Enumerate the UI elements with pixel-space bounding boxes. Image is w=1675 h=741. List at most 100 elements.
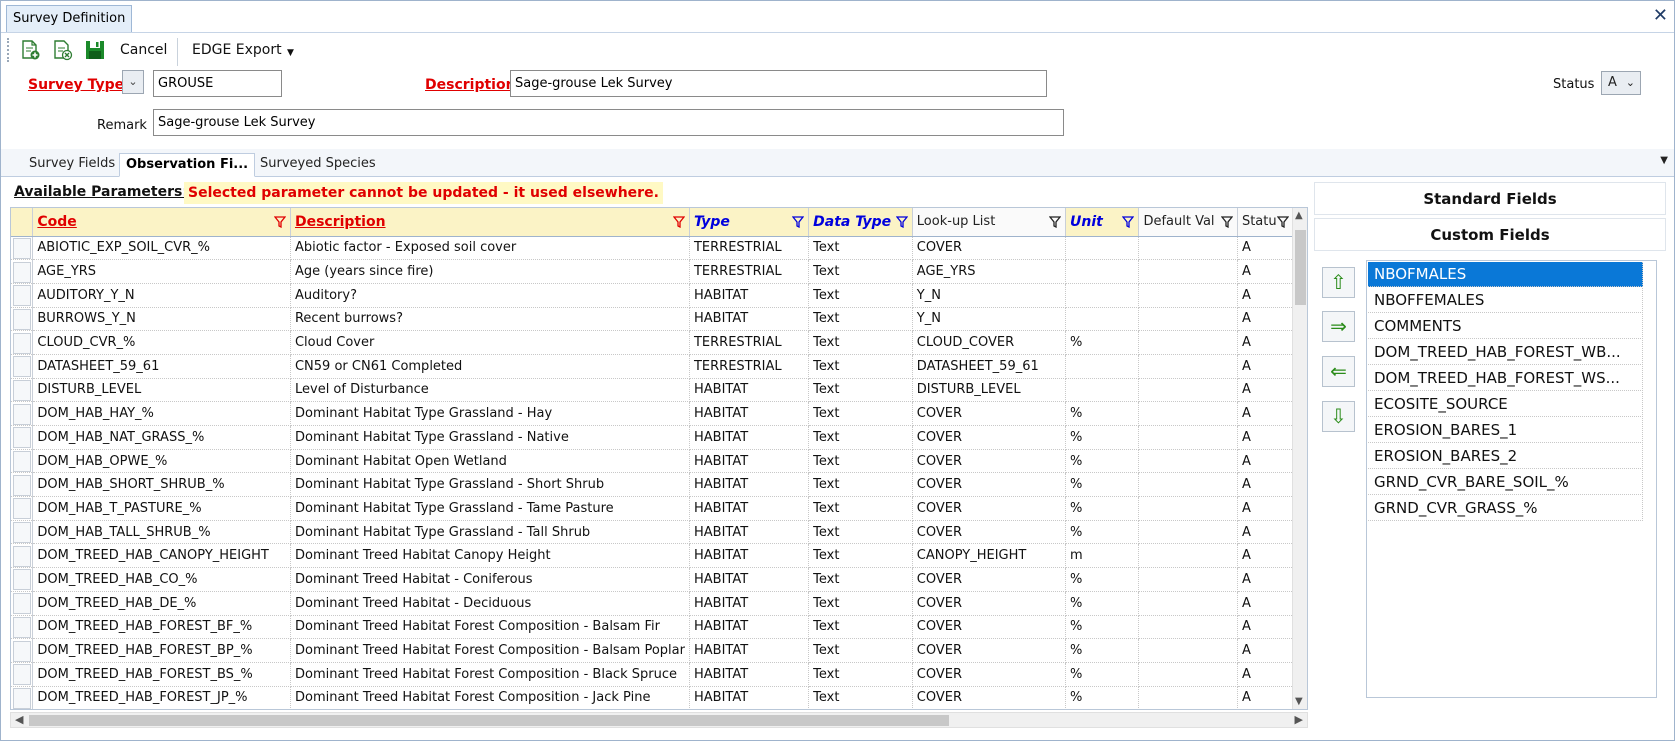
table-row[interactable]: DOM_HAB_TALL_SHRUB_% Dominant Habitat Typ… [11, 520, 1294, 545]
cell-description[interactable]: Recent burrows? [290, 307, 690, 332]
close-icon[interactable]: ✕ [1653, 5, 1668, 27]
cell-code[interactable]: AUDITORY_Y_N [32, 283, 291, 308]
tab-observation-fields[interactable]: Observation Fi... [119, 153, 256, 177]
table-row[interactable]: CLOUD_CVR_% Cloud Cover TERRESTRIAL Text CLO… [11, 330, 1294, 355]
cell-lookup-list[interactable]: COVER [912, 615, 1067, 640]
cell-default-val[interactable] [1138, 567, 1238, 592]
table-row[interactable]: DOM_HAB_OPWE_% Dominant Habitat Open Wetl… [11, 449, 1294, 474]
row-selector[interactable] [11, 638, 34, 663]
cell-default-val[interactable] [1138, 283, 1238, 308]
cell-type[interactable]: HABITAT [689, 638, 810, 663]
cell-unit[interactable]: % [1065, 638, 1140, 663]
cancel-button[interactable]: Cancel [120, 40, 167, 62]
cell-lookup-list[interactable]: COVER [912, 567, 1067, 592]
cell-code[interactable]: DOM_TREED_HAB_FOREST_JP_% [32, 686, 291, 709]
cell-default-val[interactable] [1138, 307, 1238, 332]
cell-description[interactable]: Dominant Treed Habitat - Deciduous [290, 591, 690, 616]
table-row[interactable]: DOM_TREED_HAB_FOREST_BF_% Dominant Treed … [11, 615, 1294, 640]
cell-data-type[interactable]: Text [808, 449, 913, 474]
cell-code[interactable]: DATASHEET_59_61 [32, 354, 291, 379]
cell-type[interactable]: TERRESTRIAL [689, 259, 810, 284]
toolbar-grip[interactable] [7, 38, 10, 62]
cell-lookup-list[interactable]: CANOPY_HEIGHT [912, 543, 1067, 569]
cell-type[interactable]: HABITAT [689, 686, 810, 709]
tab-survey-fields[interactable]: Survey Fields [23, 153, 121, 177]
filter-icon[interactable] [1049, 216, 1061, 228]
tab-surveyed-species[interactable]: Surveyed Species [254, 153, 382, 177]
cell-data-type[interactable]: Text [808, 236, 913, 261]
cell-lookup-list[interactable]: COVER [912, 236, 1067, 261]
cell-description[interactable]: Cloud Cover [290, 330, 690, 355]
cell-type[interactable]: HABITAT [689, 496, 810, 521]
table-row[interactable]: DOM_HAB_HAY_% Dominant Habitat Type Grass… [11, 401, 1294, 426]
cell-description[interactable]: Dominant Habitat Type Grassland - Tame P… [290, 496, 690, 521]
cell-code[interactable]: DOM_HAB_SHORT_SHRUB_% [32, 472, 291, 498]
cell-unit[interactable]: % [1065, 520, 1140, 545]
cell-description[interactable]: Level of Disturbance [290, 378, 690, 403]
cell-data-type[interactable]: Text [808, 496, 913, 521]
cell-type[interactable]: HABITAT [689, 283, 810, 308]
horizontal-scrollbar[interactable]: ◀ ▶ [10, 712, 1308, 728]
list-item[interactable]: GRND_CVR_GRASS_% [1368, 496, 1643, 521]
cell-status[interactable]: A [1237, 378, 1294, 403]
cell-lookup-list[interactable]: COVER [912, 449, 1067, 474]
row-selector[interactable] [11, 307, 34, 332]
cell-default-val[interactable] [1138, 472, 1238, 498]
cell-description[interactable]: Auditory? [290, 283, 690, 308]
list-item[interactable]: ECOSITE_SOURCE [1368, 392, 1643, 417]
cell-lookup-list[interactable]: COVER [912, 638, 1067, 663]
row-selector[interactable] [11, 283, 34, 308]
cell-code[interactable]: DOM_TREED_HAB_FOREST_BF_% [32, 615, 291, 640]
cell-data-type[interactable]: Text [808, 686, 913, 709]
cell-unit[interactable] [1065, 354, 1140, 379]
cell-default-val[interactable] [1138, 330, 1238, 355]
row-selector[interactable] [11, 662, 34, 687]
cell-type[interactable]: HABITAT [689, 567, 810, 592]
list-item[interactable]: DOM_TREED_HAB_FOREST_WB... [1368, 340, 1643, 365]
cell-lookup-list[interactable]: COVER [912, 520, 1067, 545]
list-item[interactable]: GRND_CVR_BARE_SOIL_% [1368, 470, 1643, 495]
list-item[interactable]: EROSION_BARES_1 [1368, 418, 1643, 443]
cell-lookup-list[interactable]: DATASHEET_59_61 [912, 354, 1067, 379]
column-header-status[interactable]: Statu [1237, 208, 1294, 237]
save-disk-icon[interactable] [84, 39, 106, 61]
cell-status[interactable]: A [1237, 638, 1294, 663]
row-selector[interactable] [11, 259, 34, 284]
cell-description[interactable]: CN59 or CN61 Completed [290, 354, 690, 379]
scroll-left-icon[interactable]: ◀ [15, 713, 23, 726]
vertical-scroll-thumb[interactable] [1295, 230, 1306, 305]
cell-type[interactable]: HABITAT [689, 615, 810, 640]
custom-fields-button[interactable]: Custom Fields [1314, 218, 1666, 251]
cell-code[interactable]: DOM_HAB_NAT_GRASS_% [32, 425, 291, 450]
cell-data-type[interactable]: Text [808, 567, 913, 592]
filter-icon[interactable] [1122, 216, 1135, 228]
cell-status[interactable]: A [1237, 543, 1294, 569]
cell-type[interactable]: TERRESTRIAL [689, 330, 810, 355]
cell-unit[interactable] [1065, 259, 1140, 284]
remark-field[interactable]: Sage-grouse Lek Survey [153, 109, 1064, 136]
cell-unit[interactable]: % [1065, 425, 1140, 450]
cell-status[interactable]: A [1237, 354, 1294, 379]
cell-data-type[interactable]: Text [808, 401, 913, 426]
list-item[interactable]: COMMENTS [1368, 314, 1643, 339]
cell-unit[interactable]: m [1065, 543, 1140, 569]
row-selector[interactable] [11, 378, 34, 403]
cell-status[interactable]: A [1237, 615, 1294, 640]
cell-default-val[interactable] [1138, 425, 1238, 450]
cell-status[interactable]: A [1237, 662, 1294, 687]
table-row[interactable]: DOM_TREED_HAB_FOREST_JP_% Dominant Treed … [11, 686, 1294, 709]
cell-unit[interactable]: % [1065, 496, 1140, 521]
table-row[interactable]: BURROWS_Y_N Recent burrows? HABITAT Text Y_N… [11, 307, 1294, 332]
table-row[interactable]: DOM_HAB_T_PASTURE_% Dominant Habitat Type… [11, 496, 1294, 521]
cell-status[interactable]: A [1237, 283, 1294, 308]
cell-status[interactable]: A [1237, 236, 1294, 261]
filter-icon[interactable] [672, 216, 685, 228]
table-row[interactable]: DOM_HAB_SHORT_SHRUB_% Dominant Habitat Ty… [11, 472, 1294, 498]
scroll-right-icon[interactable]: ▶ [1295, 713, 1303, 726]
cell-lookup-list[interactable]: COVER [912, 425, 1067, 450]
cell-unit[interactable]: % [1065, 686, 1140, 709]
cell-unit[interactable] [1065, 307, 1140, 332]
remove-field-button[interactable]: ⇐ [1322, 356, 1355, 387]
row-selector[interactable] [11, 496, 34, 521]
survey-type-field[interactable]: GROUSE [153, 70, 282, 97]
